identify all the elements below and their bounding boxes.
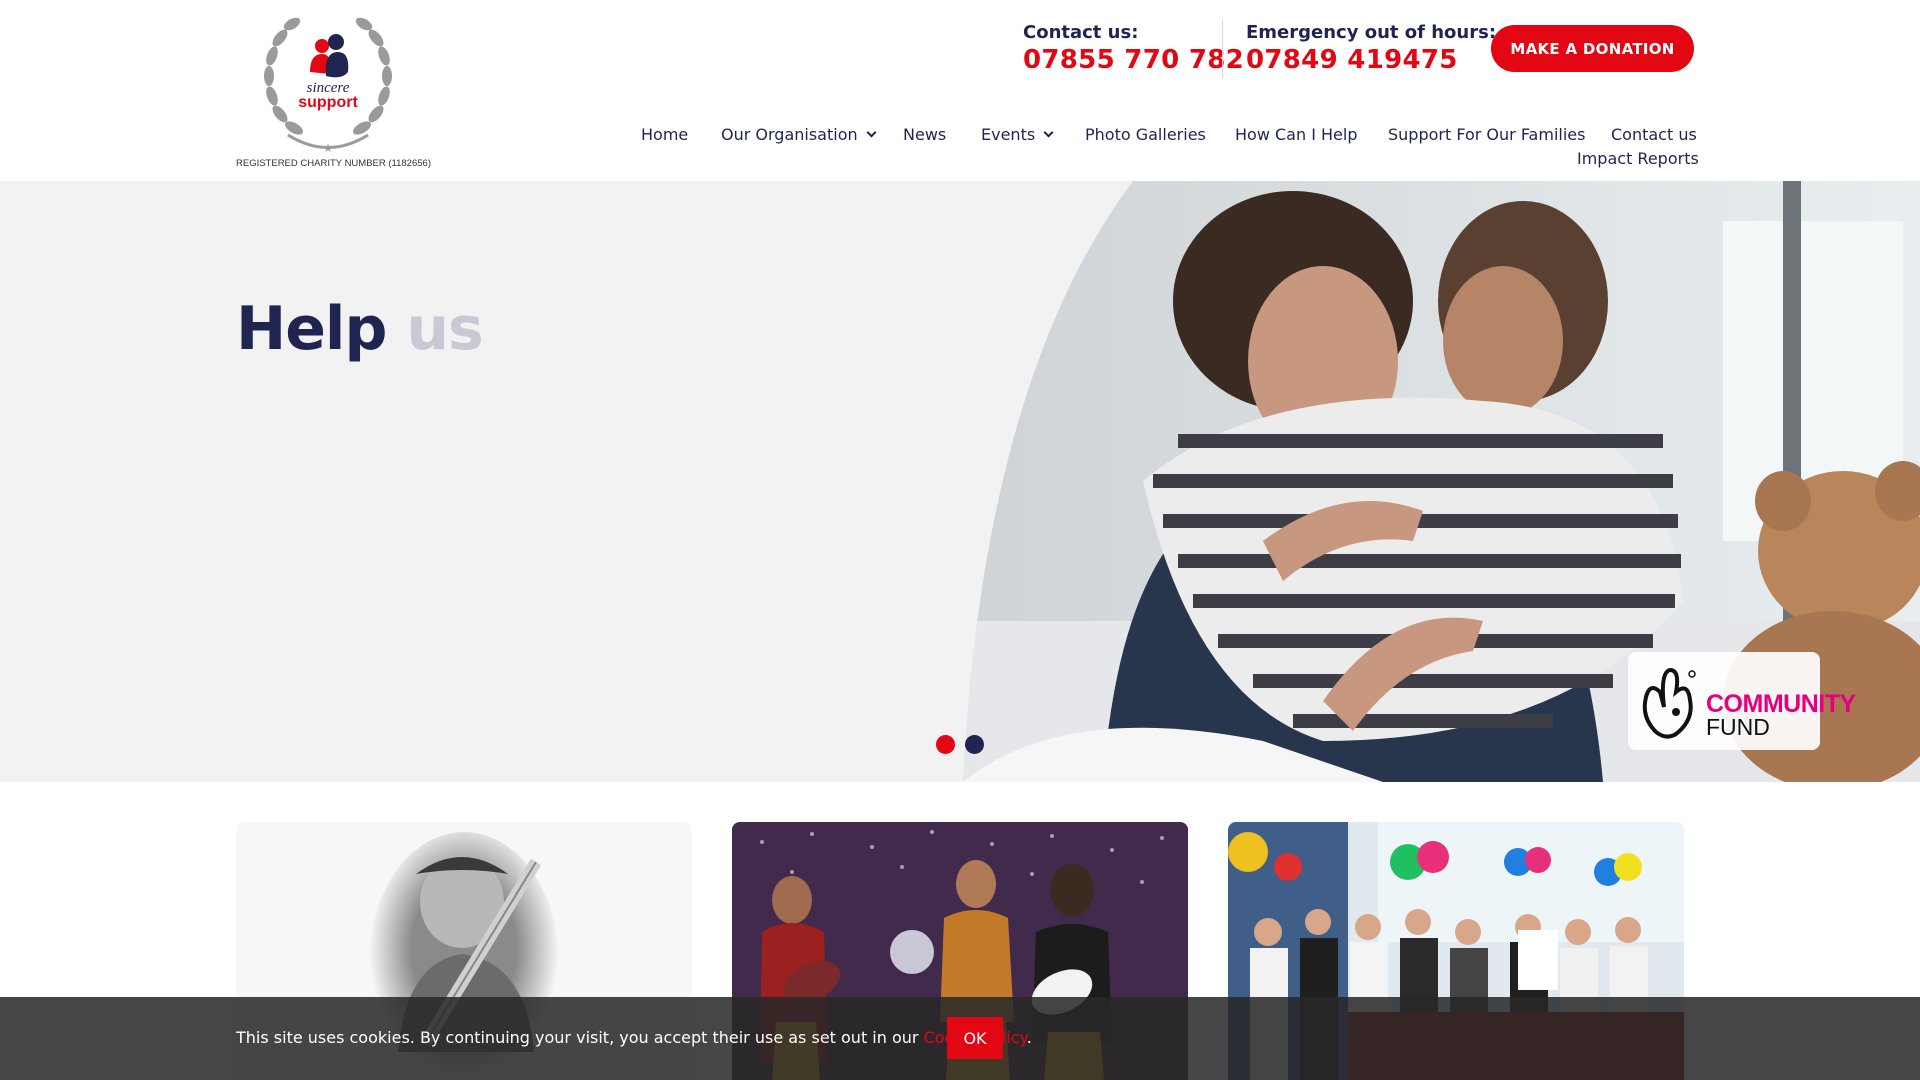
hero-title-word-1: Help [236,294,387,364]
nav-impact-reports-label: Impact Reports [1577,149,1699,168]
crossed-fingers-icon [1642,667,1696,739]
make-donation-button[interactable]: MAKE A DONATION [1491,25,1694,72]
contact-divider [1222,20,1223,78]
nav-home[interactable]: Home [641,125,688,144]
nav-photo-galleries-label: Photo Galleries [1085,125,1206,144]
hero-title: Help us [236,294,484,364]
hero-title-word-2: us [406,294,483,364]
hero-slider: Help us COMMUNITY FUND [0,181,1920,782]
emergency-label: Emergency out of hours: [1246,22,1497,43]
contact-block: Contact us: 07855 770 782 [1023,22,1244,75]
cookie-ok-button[interactable]: OK [947,1017,1003,1059]
charity-number: REGISTERED CHARITY NUMBER (1182656) [236,158,431,169]
cookie-message: This site uses cookies. By continuing yo… [236,1028,1032,1047]
nav-events-label: Events [981,125,1036,144]
contact-phone-link[interactable]: 07855 770 782 [1023,45,1244,75]
nav-photo-galleries[interactable]: Photo Galleries [1085,125,1206,144]
cookie-message-text: This site uses cookies. By continuing yo… [236,1028,924,1047]
nav-our-organisation[interactable]: Our Organisation [721,125,877,144]
community-fund-line-2: FUND [1706,714,1770,740]
cookie-consent-bar: This site uses cookies. By continuing yo… [0,997,1920,1080]
emergency-phone-link[interactable]: 07849 419475 [1246,45,1496,75]
cookie-message-end: . [1026,1028,1032,1047]
nav-support-families-label: Support For Our Families [1388,125,1586,144]
main-nav: Home Our Organisation News Events Photo … [0,125,1920,168]
nav-our-organisation-label: Our Organisation [721,125,858,144]
slider-dot-1[interactable] [936,735,955,754]
chevron-down-icon [866,127,877,138]
nav-news[interactable]: News [903,125,946,144]
community-fund-badge: COMMUNITY FUND [1628,652,1856,750]
nav-how-can-i-help-label: How Can I Help [1235,125,1358,144]
nav-home-label: Home [641,125,689,144]
nav-news-label: News [903,125,947,144]
contact-label: Contact us: [1023,22,1139,43]
site-header: ★ sincere support REGISTERED CHARITY NUM… [0,0,1920,181]
chevron-down-icon [1043,127,1054,138]
sincere-support-logo[interactable]: ★ sincere support REGISTERED CHARITY NUM… [236,10,431,172]
slider-dots [936,735,984,754]
emergency-block: Emergency out of hours: 07849 419475 [1246,22,1496,75]
logo-text-support: support [298,94,358,111]
nav-impact-reports[interactable]: Impact Reports [1577,149,1699,168]
nav-contact-us-label: Contact us [1611,125,1697,144]
nav-support-families[interactable]: Support For Our Families [1388,125,1585,144]
nav-contact-us[interactable]: Contact us [1611,125,1697,144]
slider-dot-2[interactable] [965,735,984,754]
nav-how-can-i-help[interactable]: How Can I Help [1235,125,1357,144]
nav-events[interactable]: Events [981,125,1054,144]
